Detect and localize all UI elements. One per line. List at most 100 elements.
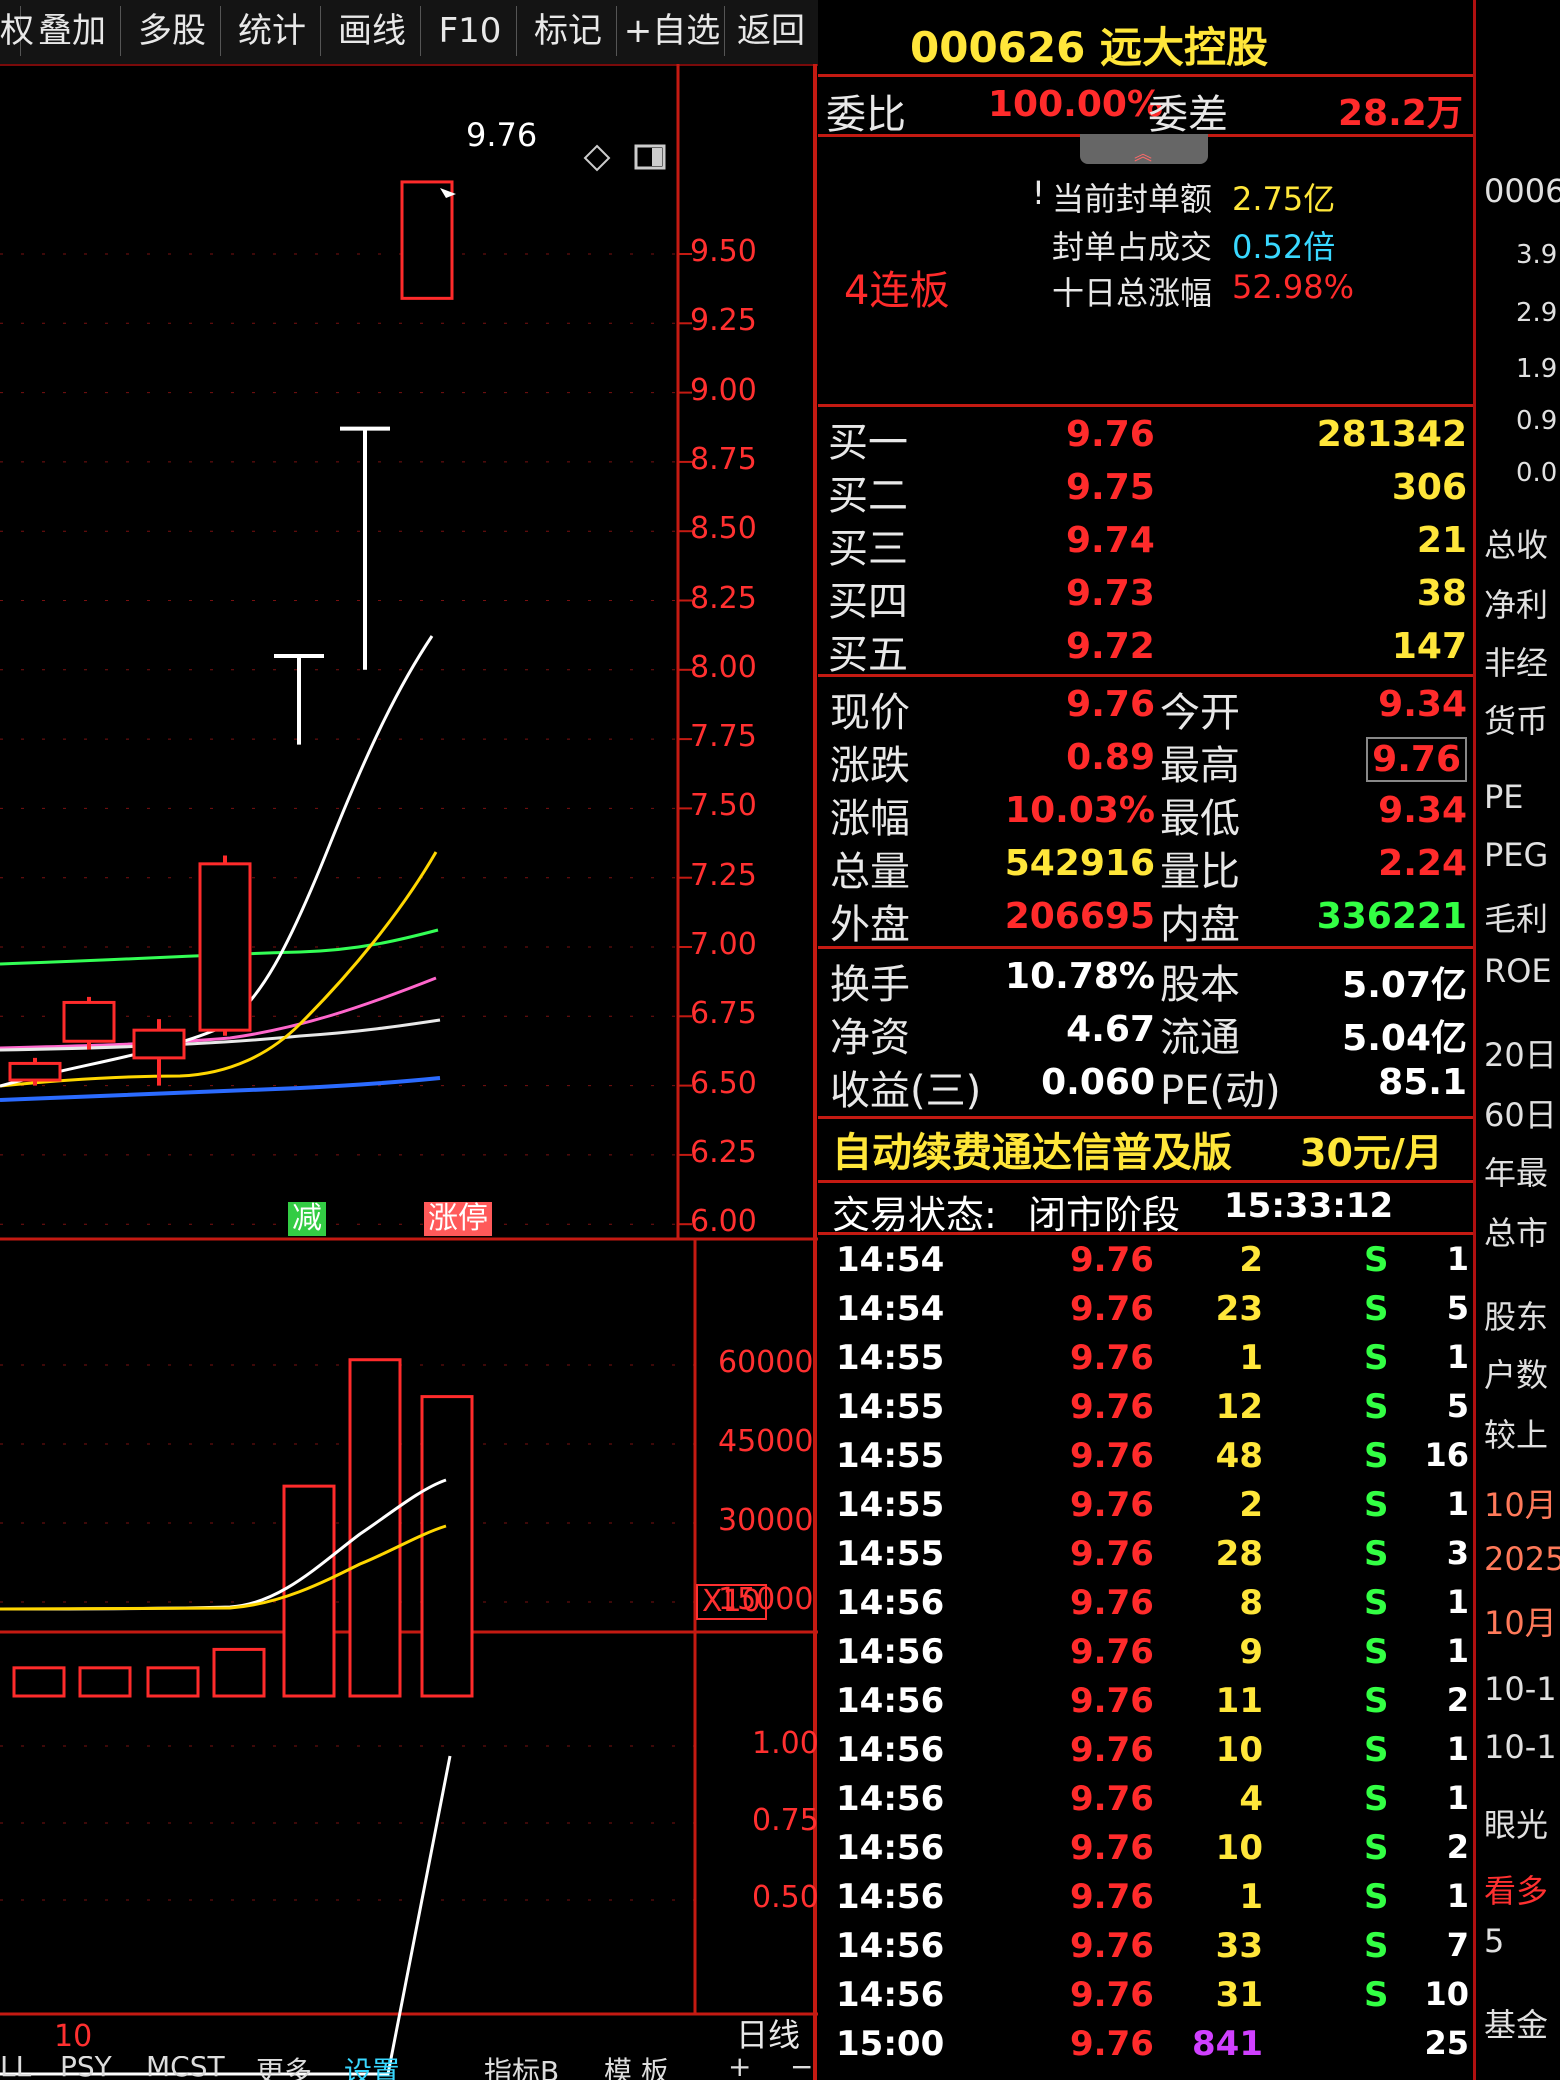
bid-level-price[interactable]: 9.75	[1066, 467, 1155, 508]
tick-side: S	[1364, 1534, 1389, 1574]
bid-level-label: 买四	[828, 579, 908, 625]
diamond-icon[interactable]	[583, 144, 611, 172]
quote-panel: 000626 远大控股 委比 100.00% 委差 28.2万 ︽ 4连板 ! …	[818, 0, 1473, 2080]
tick-time: 14:56	[836, 1730, 945, 1770]
bottom-tab-bar: LL PSY MCST 更多 设置 指标B 模 板 + −	[0, 2056, 818, 2080]
tick-count: 10	[1424, 1975, 1469, 2013]
tab-mcst[interactable]: MCST	[146, 2056, 225, 2080]
stat-value: 9.34	[1378, 790, 1467, 831]
tick-time: 14:56	[836, 1779, 945, 1819]
tab-ll[interactable]: LL	[0, 2056, 31, 2080]
toolbar-overlay-button[interactable]: 叠加	[24, 6, 121, 56]
stat-value: 206695	[1004, 896, 1155, 937]
zoom-in-button[interactable]: +	[728, 2056, 751, 2080]
side-info-item[interactable]: 基金	[1484, 2000, 1548, 2046]
side-info-panel: 0006 3.9 2.9 1.9 0.9 0.0 总收净利非经货币 PE PEG 毛利 ROE 20日…	[1473, 0, 1560, 2080]
tick-side: S	[1364, 1681, 1389, 1721]
side-info-item[interactable]: 0.0	[1516, 458, 1557, 488]
toolbar-add-watchlist-button[interactable]: +自选	[620, 6, 725, 56]
price-tick-label: 6.25	[690, 1134, 757, 1170]
bid-level-price[interactable]: 9.72	[1066, 626, 1155, 667]
toolbar-f10-button[interactable]: F10	[424, 6, 517, 56]
tab-more[interactable]: 更多	[256, 2056, 312, 2080]
side-info-item[interactable]: 10-1	[1484, 1728, 1557, 1766]
bid-level-volume: 147	[1391, 626, 1467, 667]
tick-price: 9.76	[1070, 1926, 1154, 1966]
tick-price: 9.76	[1070, 1877, 1154, 1917]
side-info-item[interactable]: 0.9	[1516, 406, 1557, 436]
side-info-item[interactable]: 60日	[1484, 1090, 1557, 1136]
side-info-item[interactable]: 10月	[1484, 1480, 1557, 1526]
tick-price: 9.76	[1070, 1828, 1154, 1868]
side-info-item[interactable]: 货币	[1484, 696, 1548, 742]
side-info-item[interactable]: 总收	[1484, 520, 1548, 566]
side-info-item[interactable]: 较上	[1484, 1410, 1548, 1456]
bid-level-price[interactable]: 9.76	[1066, 414, 1155, 455]
tab-psy[interactable]: PSY	[60, 2056, 112, 2080]
side-info-item[interactable]: 看多	[1484, 1866, 1548, 1912]
kline-chart-area[interactable]: 9.76 9.50 9.25 9.00 8.75 8.50 8.25 8.00 7.75 7.5…	[0, 64, 819, 2080]
side-info-item[interactable]: 10月	[1484, 1598, 1557, 1644]
side-info-item[interactable]: 10-1	[1484, 1670, 1557, 1708]
promo-banner[interactable]: 自动续费通达信普及版	[832, 1120, 1232, 1178]
tab-template[interactable]: 模 板	[604, 2056, 669, 2080]
bid-level-label: 买二	[828, 473, 908, 519]
price-tick-label: 8.75	[690, 441, 757, 477]
side-info-item[interactable]: ROE	[1484, 952, 1552, 990]
side-info-item[interactable]: 5	[1484, 1922, 1504, 1960]
toolbar-draw-line-button[interactable]: 画线	[324, 6, 421, 56]
zoom-out-button[interactable]: −	[790, 2056, 813, 2080]
weicha-label: 委差	[1148, 92, 1228, 138]
stat-value: 4.67	[1066, 1009, 1155, 1050]
side-info-item[interactable]: PE	[1484, 778, 1524, 816]
side-info-item[interactable]: 年最	[1484, 1148, 1548, 1194]
side-info-item[interactable]: 毛利	[1484, 894, 1548, 940]
limit-up-badge[interactable]: 涨停	[424, 1202, 492, 1236]
side-info-item[interactable]: 户数	[1484, 1350, 1548, 1396]
tick-count: 7	[1446, 1926, 1469, 1964]
tab-settings[interactable]: 设置	[344, 2056, 400, 2080]
side-info-item[interactable]: PEG	[1484, 836, 1548, 874]
tick-count: 1	[1446, 1583, 1469, 1621]
volume-bars	[12, 1358, 474, 1698]
side-info-item[interactable]: 2025	[1484, 1540, 1560, 1578]
tick-time: 14:54	[836, 1240, 945, 1280]
period-label[interactable]: 日线	[736, 2010, 800, 2056]
side-info-item[interactable]: 1.9	[1516, 354, 1557, 384]
side-info-item[interactable]: 2.9	[1516, 298, 1557, 328]
trading-status-value: 闭市阶段	[1028, 1193, 1181, 1237]
side-info-item[interactable]: 3.9	[1516, 240, 1557, 270]
candle-body	[62, 1000, 116, 1043]
toolbar-mark-button[interactable]: 标记	[520, 6, 617, 56]
tick-count: 1	[1446, 1240, 1469, 1278]
toolbar-back-button[interactable]: 返回	[728, 6, 814, 56]
side-info-item[interactable]: 20日	[1484, 1030, 1557, 1076]
side-info-item[interactable]: 眼光	[1484, 1800, 1548, 1846]
tick-price: 9.76	[1070, 1583, 1154, 1623]
reduce-badge[interactable]: 减	[288, 1202, 326, 1236]
tab-indicator-b[interactable]: 指标B	[484, 2056, 559, 2080]
seal-amount-value: 2.75亿	[1232, 180, 1336, 218]
side-info-item[interactable]: 0006	[1484, 172, 1560, 210]
tick-volume: 10	[1215, 1730, 1263, 1770]
side-info-item[interactable]: 总市	[1484, 1208, 1548, 1254]
toolbar-multi-stock-button[interactable]: 多股	[124, 6, 221, 56]
bid-level-price[interactable]: 9.73	[1066, 573, 1155, 614]
stat-value: 5.04亿	[1342, 1018, 1467, 1059]
side-info-item[interactable]: 净利	[1484, 580, 1548, 626]
tick-time: 14:55	[836, 1387, 945, 1427]
tick-side: S	[1364, 1828, 1389, 1868]
volume-tick-label: 60000	[718, 1345, 814, 1380]
stat-label: 收益(三)	[830, 1068, 982, 1114]
stat-label: 总量	[830, 849, 910, 895]
weibi-value: 100.00%	[988, 84, 1163, 125]
tick-price: 9.76	[1070, 1436, 1154, 1476]
volume-bar	[78, 1666, 132, 1698]
promo-price[interactable]: 30元/月	[1300, 1122, 1443, 1177]
side-info-item[interactable]: 非经	[1484, 638, 1548, 684]
toolbar-rights-button[interactable]: 权	[0, 6, 34, 56]
bid-level-price[interactable]: 9.74	[1066, 520, 1155, 561]
side-info-item[interactable]: 股东	[1484, 1292, 1548, 1338]
toolbar-statistics-button[interactable]: 统计	[224, 6, 321, 56]
collapse-handle[interactable]: ︽	[1080, 134, 1208, 165]
